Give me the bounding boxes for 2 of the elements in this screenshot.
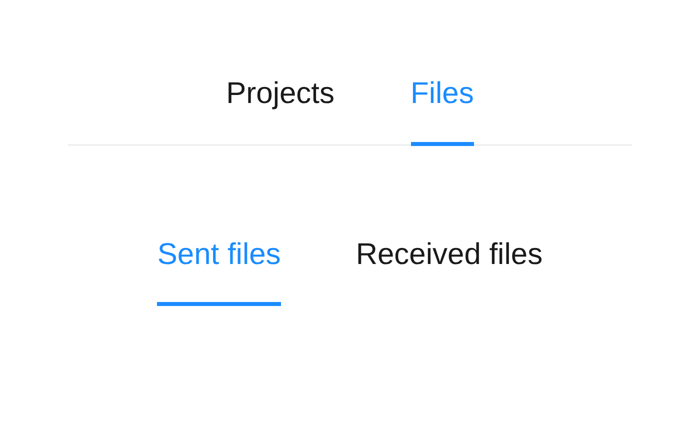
tab[interactable]: Received files xyxy=(356,237,543,306)
tab[interactable]: Projects xyxy=(226,76,335,146)
